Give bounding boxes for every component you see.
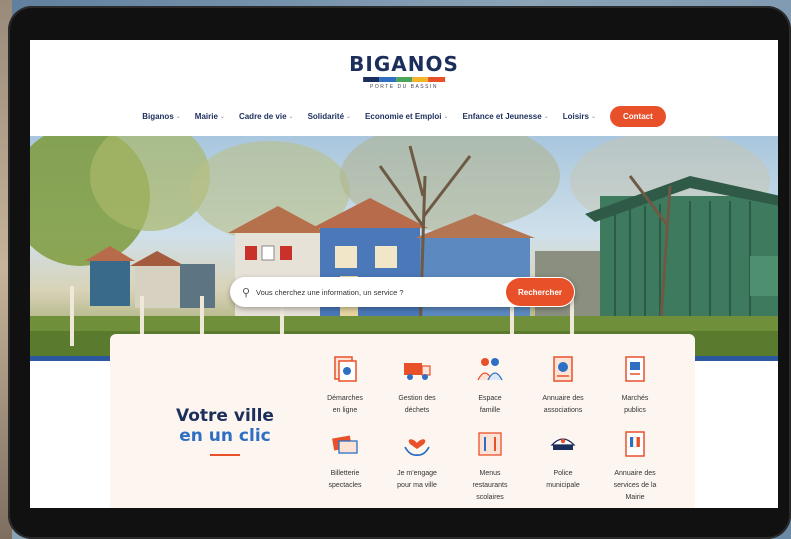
nav-item-economie-emploi[interactable]: Economie et Emploi ⌄: [365, 112, 449, 121]
service-gestion-dechets[interactable]: Gestion des déchets: [382, 354, 452, 417]
nav-item-mairie[interactable]: Mairie ⌄: [195, 112, 225, 121]
nav-label: Biganos: [142, 112, 174, 121]
service-marches-publics[interactable]: Marchés publics: [600, 354, 670, 417]
chevron-down-icon: ⌄: [288, 114, 294, 120]
nav-item-cadre-de-vie[interactable]: Cadre de vie ⌄: [239, 112, 294, 121]
logo-tagline: PORTE DU BASSIN: [370, 84, 438, 90]
directory-book-icon: [553, 356, 573, 382]
chevron-down-icon: ⌄: [590, 114, 596, 120]
service-label: Espace famille: [478, 395, 502, 414]
main-navigation: Biganos ⌄ Mairie ⌄ Cadre de vie ⌄ Solidarit…: [30, 106, 778, 127]
service-annuaire-associations[interactable]: Annuaire des associations: [528, 354, 598, 417]
chevron-down-icon: ⌄: [346, 114, 352, 120]
nav-item-loisirs[interactable]: Loisirs ⌄: [563, 112, 596, 121]
chevron-down-icon: ⌄: [175, 114, 181, 120]
public-tender-icon: [625, 356, 645, 382]
chevron-down-icon: ⌄: [543, 114, 549, 120]
service-je-m-engage[interactable]: Je m'engage pour ma ville: [382, 429, 452, 492]
search-button[interactable]: Rechercher: [506, 278, 574, 306]
family-icon: [477, 358, 503, 381]
chevron-down-icon: ⌄: [443, 114, 449, 120]
service-label: Annuaire des services de la Mairie: [613, 470, 657, 501]
service-label: Menus restaurants scolaires: [472, 470, 508, 501]
nav-item-enfance-jeunesse[interactable]: Enfance et Jeunesse ⌄: [463, 112, 549, 121]
title-underline: [209, 454, 240, 456]
documents-icon: [334, 356, 357, 382]
chevron-down-icon: ⌄: [219, 114, 225, 120]
garbage-truck-icon: [404, 363, 431, 380]
service-label: Billetterie spectacles: [328, 470, 362, 489]
quick-access-title: Votre ville en un clic: [176, 406, 274, 456]
search-icon: ⚲: [241, 286, 251, 299]
hero-banner-image: [30, 136, 778, 356]
oyster-huts-illustration: [30, 136, 778, 356]
tablet-frame: BIGANOS PORTE DU BASSIN Biganos ⌄ Mairie ⌄…: [8, 6, 791, 539]
service-espace-famille[interactable]: Espace famille: [455, 354, 525, 417]
service-label: Annuaire des associations: [542, 395, 584, 414]
tickets-icon: [332, 435, 358, 454]
service-menus-restaurants-scolaires[interactable]: Menus restaurants scolaires: [455, 429, 525, 504]
service-label: Marchés publics: [621, 395, 649, 414]
heart-hands-icon: [404, 439, 430, 456]
search-input[interactable]: Vous cherchez une information, un servic…: [256, 288, 506, 297]
title-line-1: Votre ville: [176, 406, 274, 426]
nav-item-biganos[interactable]: Biganos ⌄: [142, 112, 181, 121]
city-hall-directory-icon: [625, 431, 645, 457]
nav-label: Loisirs: [562, 112, 589, 121]
police-cap-icon: [550, 438, 576, 450]
title-line-2: en un clic: [179, 426, 271, 446]
service-label: Police municipale: [546, 470, 580, 489]
logo-wordmark: BIGANOS: [349, 52, 459, 76]
website-screen: BIGANOS PORTE DU BASSIN Biganos ⌄ Mairie ⌄…: [30, 40, 778, 508]
nav-label: Cadre de vie: [238, 112, 287, 121]
nav-label: Economie et Emploi: [365, 112, 442, 121]
site-logo[interactable]: BIGANOS PORTE DU BASSIN: [349, 52, 459, 90]
service-police-municipale[interactable]: Police municipale: [528, 429, 598, 492]
nav-label: Solidarité: [307, 112, 345, 121]
service-annuaire-services-mairie[interactable]: Annuaire des services de la Mairie: [600, 429, 670, 504]
service-demarches-en-ligne[interactable]: Démarches en ligne: [310, 354, 380, 417]
service-label: Démarches en ligne: [327, 395, 363, 414]
nav-label: Mairie: [194, 112, 218, 121]
service-label: Je m'engage pour ma ville: [397, 470, 437, 489]
search-bar: ⚲ Vous cherchez une information, un serv…: [230, 277, 575, 307]
service-label: Gestion des déchets: [398, 395, 436, 414]
contact-button[interactable]: Contact: [610, 106, 666, 127]
quick-access-card: Votre ville en un clic Démarches en ligne: [110, 334, 695, 508]
logo-color-bar: [362, 77, 446, 82]
nav-item-solidarite[interactable]: Solidarité ⌄: [308, 112, 351, 121]
menu-cutlery-icon: [478, 432, 502, 456]
service-billetterie-spectacles[interactable]: Billetterie spectacles: [310, 429, 380, 492]
nav-label: Enfance et Jeunesse: [462, 112, 542, 121]
